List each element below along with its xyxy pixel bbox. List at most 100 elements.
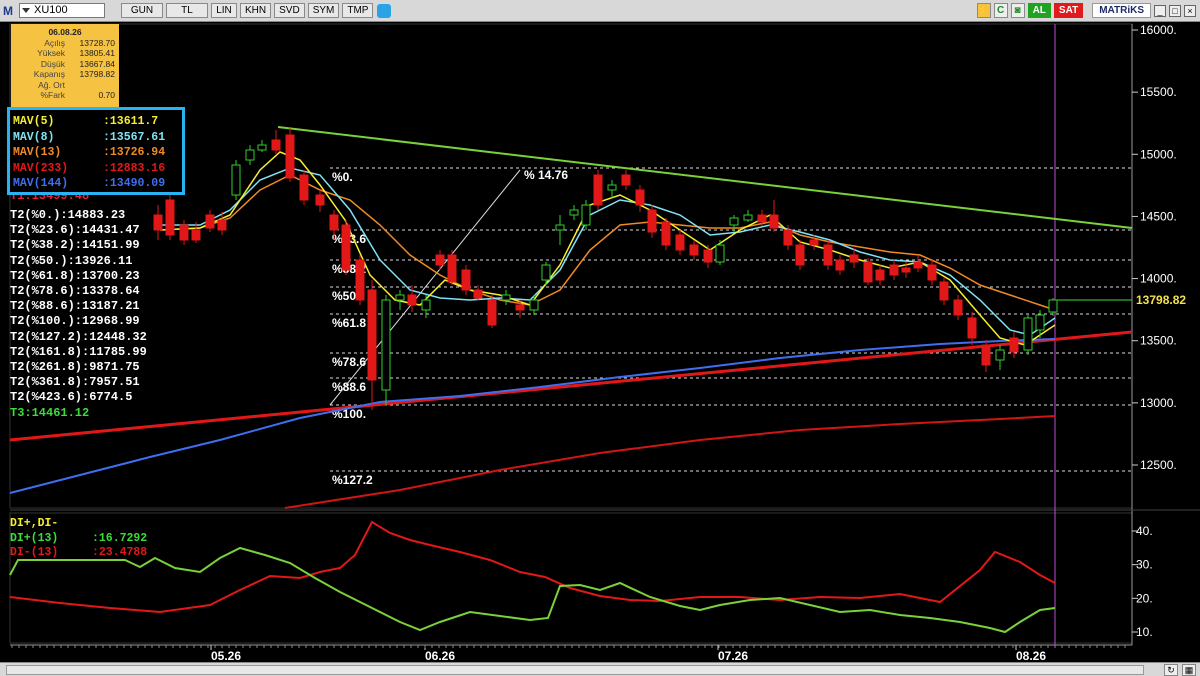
- mav-144-line: [9, 338, 1056, 494]
- price-tick-label: 12500.: [1140, 458, 1177, 472]
- di-plus-row: DI+(13):16.7292: [10, 531, 148, 545]
- fib-row: T2(%0.):14883.23: [10, 208, 126, 222]
- di-plus-line: [9, 546, 1056, 634]
- scrollbar-thumb[interactable]: [6, 665, 1144, 675]
- candle-body: [205, 214, 215, 229]
- candle-body: [729, 217, 739, 226]
- info-row: Açılış 13728.70: [44, 38, 115, 48]
- ohlc-info-box: 06.08.26 Açılış 13728.70 Yüksek 13805.41 D…: [11, 24, 119, 108]
- candle-body: [1009, 337, 1019, 353]
- candle-body: [661, 221, 671, 246]
- expand-icon[interactable]: ▦: [1182, 664, 1196, 676]
- candle-body: [245, 149, 255, 161]
- candle-body: [1035, 314, 1045, 331]
- candlesticks: [153, 128, 1058, 410]
- fib-level-label: %0.: [332, 170, 353, 184]
- di-legend: DI+,DI- DI+(13):16.7292 DI-(13):23.4788: [10, 517, 147, 561]
- candle-body: [889, 264, 899, 276]
- candle-body: [875, 269, 885, 281]
- di-tick-label: 30.: [1136, 558, 1153, 572]
- fib-move-label: % 14.76: [524, 168, 568, 182]
- price-panel-frame: [9, 23, 1133, 509]
- mav-8-line: [160, 167, 1056, 336]
- price-axis: 16000. 15500. 15000. 14500. 14000. 13500. 1300…: [1132, 23, 1177, 472]
- last-price-label: 13798.82: [1136, 293, 1186, 307]
- fib-row: T2(%88.6):13187.21: [10, 299, 140, 314]
- di-minus-row: DI-(13):23.4788: [10, 546, 148, 560]
- refresh-icon[interactable]: ↻: [1164, 664, 1178, 676]
- info-row: Ağ. Ort: [38, 79, 65, 90]
- candle-body: [757, 214, 767, 223]
- fib-row: T2(%100.):12968.99: [10, 314, 140, 329]
- price-chart[interactable]: %0.%23.6%38.2%50.%61.8%78.6%88.6%100.%12…: [0, 0, 1200, 676]
- info-row: %Fark 0.70: [40, 90, 115, 101]
- fib-row: T2(%23.6):14431.47: [10, 223, 140, 238]
- price-tick-label: 14000.: [1140, 272, 1177, 286]
- candle-body: [191, 229, 201, 241]
- support-trendline: [9, 330, 1133, 442]
- candle-body: [581, 204, 591, 226]
- candle-body: [447, 254, 457, 283]
- candle-body: [939, 281, 949, 301]
- di-title: DI+,DI-: [10, 517, 59, 530]
- candle-body: [407, 294, 417, 306]
- candle-body: [1023, 317, 1033, 351]
- price-tick-label: 13500.: [1140, 334, 1177, 348]
- info-row: Kapanış 13798.82: [33, 69, 115, 80]
- candle-body: [487, 299, 497, 326]
- candle-body: [257, 144, 267, 151]
- di-lines: [9, 520, 1056, 634]
- candle-body: [355, 259, 365, 301]
- candle-body: [995, 349, 1005, 361]
- candle-body: [769, 214, 779, 229]
- candle-body: [515, 304, 525, 311]
- di-axis: 40. 30. 20. 10.: [1132, 524, 1153, 639]
- candle-body: [541, 264, 551, 281]
- date-tick-label: 08.26: [1016, 649, 1046, 663]
- candle-body: [381, 299, 391, 391]
- candle-body: [569, 209, 579, 216]
- fib-row: T2(%423.6):6774.5: [10, 390, 133, 405]
- horizontal-scrollbar[interactable]: ↻ ▦: [0, 662, 1200, 676]
- candle-body: [675, 234, 685, 251]
- date-axis: 05.26 06.26 07.26 08.26: [11, 645, 1126, 663]
- fib-row: T2(%50.):13926.11: [10, 253, 133, 268]
- candle-body: [823, 244, 833, 266]
- price-tick-label: 13000.: [1140, 396, 1177, 410]
- candle-body: [953, 299, 963, 316]
- fib-level-label: %50.: [332, 289, 359, 303]
- resistance-trendline: [277, 126, 1133, 229]
- mav-row-13: MAV(13):13726.94: [13, 146, 166, 160]
- candle-body: [217, 219, 227, 231]
- mav-legend: MAV(5):13611.7 MAV(8):13567.61 MAV(13):1…: [7, 107, 185, 195]
- mav-13-line: [159, 174, 1056, 311]
- candle-body: [285, 134, 295, 179]
- candle-body: [153, 214, 163, 231]
- candle-body: [555, 224, 565, 231]
- date-tick-label: 05.26: [211, 649, 241, 663]
- fibonacci-values-list: T2(%0.):14883.23 T2(%23.6):14431.47 T2(%…: [10, 196, 147, 421]
- price-tick-label: 15000.: [1140, 147, 1177, 161]
- di-tick-label: 10.: [1136, 625, 1153, 639]
- candle-body: [501, 294, 511, 301]
- candle-body: [927, 264, 937, 281]
- candle-body: [863, 261, 873, 283]
- mav-row-8: MAV(8):13567.61: [13, 130, 166, 144]
- candle-body: [165, 199, 175, 236]
- candle-body: [913, 261, 923, 269]
- candle-body: [967, 317, 977, 339]
- candle-body: [795, 244, 805, 266]
- candle-body: [715, 244, 725, 263]
- info-row: Yüksek 13805.41: [37, 48, 115, 59]
- candle-body: [299, 174, 309, 201]
- candle-body: [179, 224, 189, 241]
- candle-body: [743, 214, 753, 221]
- di-tick-label: 40.: [1136, 524, 1153, 538]
- fib-row: T2(%61.8):13700.23: [10, 268, 140, 283]
- fib-level-label: %88.6: [332, 380, 366, 394]
- candle-body: [435, 254, 445, 266]
- date-tick-label: 07.26: [718, 649, 748, 663]
- candle-body: [809, 239, 819, 246]
- candle-body: [271, 139, 281, 151]
- candle-body: [315, 194, 325, 206]
